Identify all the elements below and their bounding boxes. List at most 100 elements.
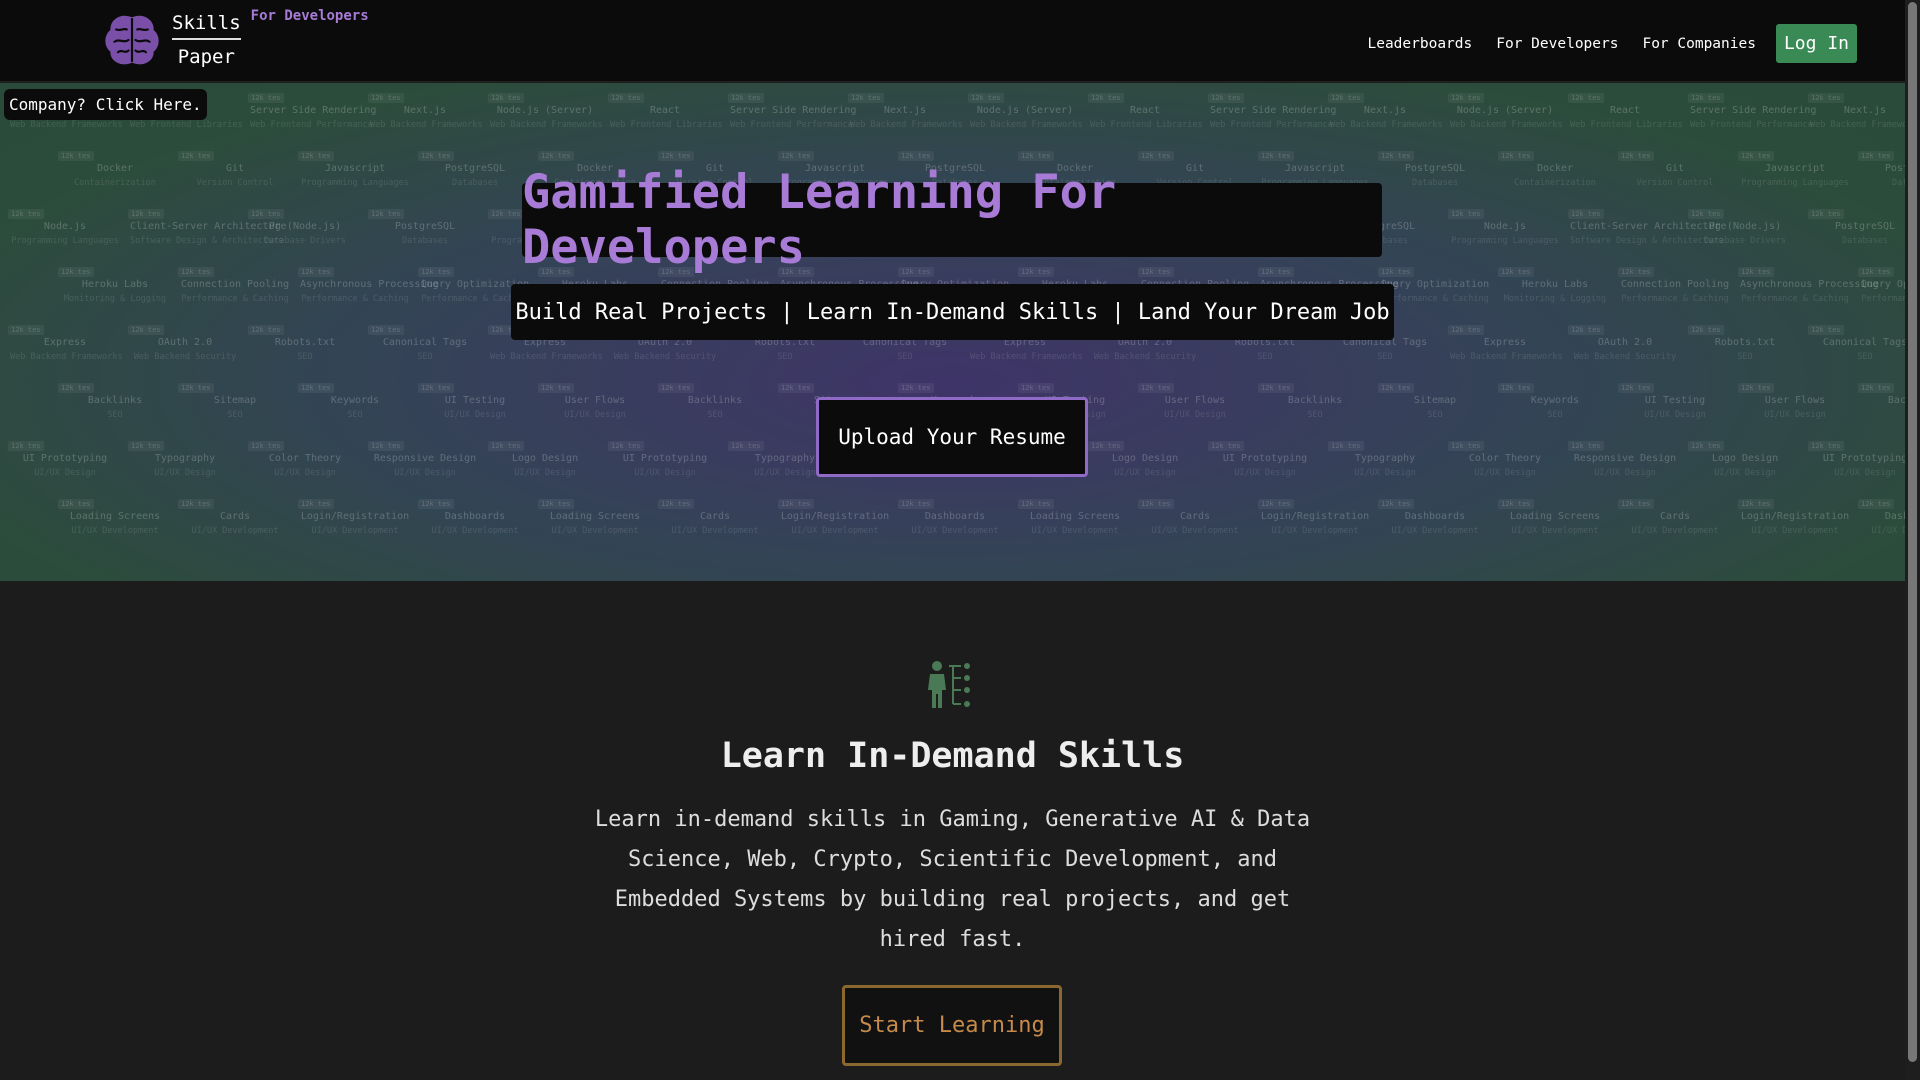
skill-tile: 12k tes Cards UI/UX Development (1138, 499, 1250, 536)
skill-tile-category: Web Backend Frameworks (370, 120, 483, 130)
skill-tile-name: Asynchronous Processing (300, 279, 439, 290)
skill-tile-category: Web Backend Frameworks (970, 120, 1083, 130)
skill-tile-name: Docker (1536, 163, 1574, 174)
skill-tile-name: Pg (Node.js) (1708, 221, 1782, 232)
skill-tile: 12k tes Cards UI/UX Development (658, 499, 770, 536)
skill-tile-badge: 12k tes (778, 151, 814, 161)
skill-tile-badge: 12k tes (1448, 325, 1484, 335)
skill-tile-category: UI/UX Development (431, 526, 519, 536)
skill-tile: 12k tes Sitemap SEO (1378, 383, 1490, 420)
skill-tile: 12k tes PostgreSQL Databases (1858, 151, 1905, 188)
skill-tile-category: UI/UX Development (191, 526, 279, 536)
skill-tile: 12k tes Javascript Programming Languages (1738, 151, 1850, 188)
login-button[interactable]: Log In (1775, 24, 1857, 63)
nav-link-for-developers[interactable]: For Developers (1496, 36, 1618, 52)
skill-tile-badge: 12k tes (1688, 441, 1724, 451)
skill-tile-name: Sitemap (1413, 395, 1457, 406)
skill-tile-name: React (1129, 105, 1161, 116)
skill-tile-badge: 12k tes (8, 441, 44, 451)
skill-tile-badge: 12k tes (608, 93, 644, 103)
skill-tile: 12k tes Server Side Rendering Web Frontend… (248, 93, 376, 130)
skill-tile-name: UI Prototyping (22, 453, 108, 464)
skill-tile-badge: 12k tes (368, 441, 404, 451)
skill-tile-badge: 12k tes (418, 151, 454, 161)
skill-tile: 12k tes Logo Design UI/UX Design (1688, 441, 1800, 478)
skill-tile-name: Color Theory (268, 453, 342, 464)
skill-tile-name: Responsive Design (1573, 453, 1677, 464)
company-cta-button[interactable]: Company? Click Here. (4, 89, 207, 120)
skill-tile-badge: 12k tes (178, 383, 214, 393)
skill-tile-category: Web Frontend Libraries (130, 120, 243, 130)
skill-tile-name: Color Theory (1468, 453, 1542, 464)
skill-tile-name: Dashboards (924, 511, 986, 522)
skill-tile-category: UI/UX Design (1834, 468, 1896, 478)
skill-tile-category: UI/UX Design (1714, 468, 1776, 478)
skill-tile-category: Databases (1891, 178, 1905, 188)
skill-tile-badge: 12k tes (298, 383, 334, 393)
skill-tile-name: Cards (699, 511, 731, 522)
skill-tile-category: Performance & Caching (1741, 294, 1849, 304)
skill-tile: 12k tesOAuth 2.0Web Backend Security (1088, 325, 1200, 362)
skill-tile-name: Backlinks (87, 395, 143, 406)
skill-tile-badge: 12k tes (1018, 499, 1054, 509)
skill-tile-category: Programming Languages (1451, 236, 1559, 246)
skill-tile-category: UI/UX Design (514, 468, 576, 478)
skill-tile-name: Server Side Rendering (1690, 105, 1817, 116)
brand-logo-link[interactable]: Skills Paper For Developers (104, 8, 369, 68)
skill-tile: 12k tes UI Prototyping UI/UX Design (8, 441, 120, 478)
skill-tile-badge: 12k tes (848, 93, 884, 103)
vertical-scrollbar[interactable] (1905, 0, 1920, 1080)
skill-tile-name: OAuth 2.0 (157, 337, 213, 348)
skill-tile-badge: 12k tes (8, 209, 44, 219)
skill-tile-category: Performance & Caching (181, 294, 289, 304)
skill-tile-badge: 12k tes (1258, 151, 1294, 161)
scrollbar-thumb[interactable] (1908, 2, 1917, 1062)
skill-tile-name: Cards (1659, 511, 1691, 522)
skill-tile-category: SEO (707, 410, 723, 420)
skill-tile-badge: 12k tes (1448, 209, 1484, 219)
start-learning-button[interactable]: Start Learning (842, 985, 1062, 1066)
skill-tile: 12k tes Loading Screens UI/UX Development (538, 499, 650, 536)
skill-tile: 12k tes Git Version Control (1618, 151, 1730, 188)
skill-tile-badge: 12k tes (1568, 209, 1604, 219)
skill-tile-badge: 12k tes (1258, 499, 1294, 509)
skill-tile-category: UI/UX Development (1631, 526, 1719, 536)
skill-tile-category: UI/UX Design (34, 468, 96, 478)
skill-tile-category: SEO (107, 410, 123, 420)
skill-tile-badge: 12k tes (1328, 441, 1364, 451)
skill-tile-name: UI Prototyping (622, 453, 708, 464)
skill-tile-category: Performance & Caching (301, 294, 409, 304)
skill-tile-badge: 12k tes (1858, 383, 1894, 393)
skill-tile-badge: 12k tes (538, 151, 574, 161)
skill-tile-category: Web Backend Frameworks (10, 120, 123, 130)
skill-tile-badge: 12k tes (248, 325, 284, 335)
skill-tile-badge: 12k tes (1738, 383, 1774, 393)
skill-tile: 12k tesOAuth 2.0Web Backend Security (128, 325, 240, 362)
upload-resume-button[interactable]: Upload Your Resume (816, 397, 1088, 477)
skill-tile: 12k tes Node.js (Server) Web Backend Frame… (488, 93, 603, 130)
skill-tile: 12k tes Login/Registration UI/UX Developme… (1258, 499, 1370, 536)
nav-link-for-companies[interactable]: For Companies (1642, 36, 1756, 52)
skill-tile-name: Javascript (1764, 163, 1826, 174)
skill-tile-category: Web Frontend Libraries (1090, 120, 1203, 130)
skill-tile-badge: 12k tes (1328, 93, 1364, 103)
skill-tile-name: PostgreSQL (1884, 163, 1905, 174)
skill-tile-name: Dashboards (444, 511, 506, 522)
skill-tile-badge: 12k tes (1138, 151, 1174, 161)
skill-tile-badge: 12k tes (1208, 93, 1244, 103)
skill-tile: 12k tesCanonical TagsSEO (848, 325, 960, 362)
skill-tile-badge: 12k tes (1618, 151, 1654, 161)
skill-tile-badge: 12k tes (248, 441, 284, 451)
brain-logo-icon (105, 15, 159, 65)
nav-link-leaderboards[interactable]: Leaderboards (1367, 36, 1472, 52)
skill-tile: 12k tes Server Side Rendering Web Frontend… (1688, 93, 1817, 130)
skill-tile: 12k tes Next.js Web Backend Frameworks (848, 93, 963, 130)
skill-tile-name: PostgreSQL (444, 163, 506, 174)
skill-tile-badge: 12k tes (898, 499, 934, 509)
skill-tile-badge: 12k tes (298, 151, 334, 161)
brand-name-paper: Paper (177, 46, 235, 68)
skill-tile-name: Backlinks (1287, 395, 1343, 406)
skill-tile-name: Loading Screens (69, 511, 161, 522)
skill-tile-category: SEO (1427, 410, 1443, 420)
skill-tile: 12k tes Robots.txt SEO (1688, 325, 1800, 362)
